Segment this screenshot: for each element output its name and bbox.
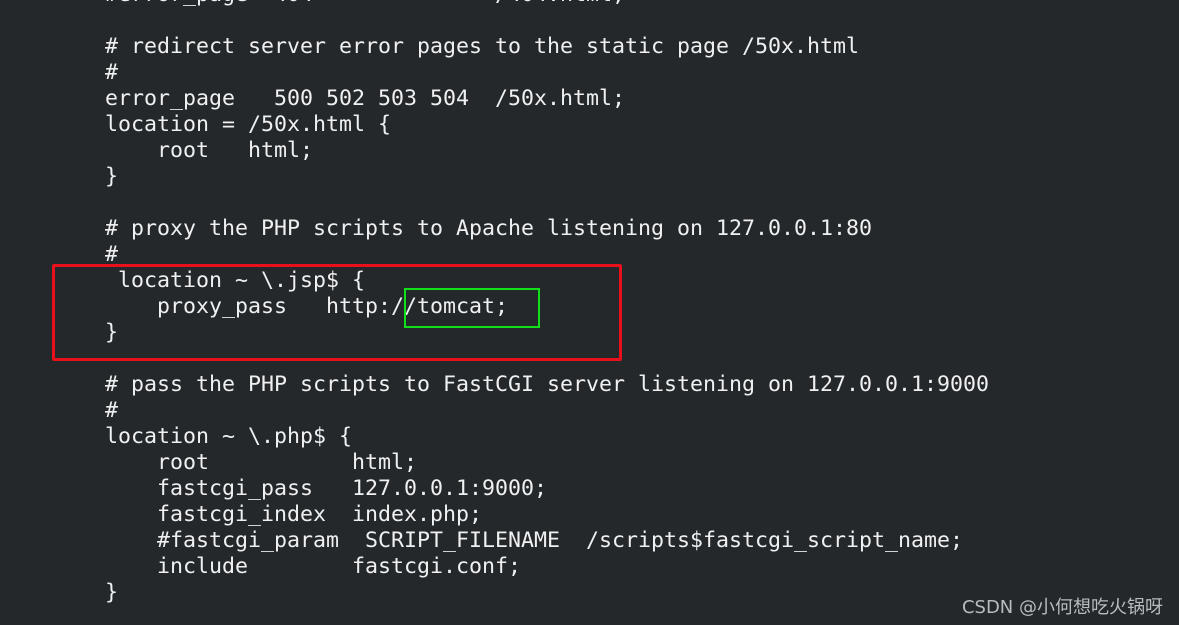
code-line: fastcgi_pass 127.0.0.1:9000; [53,476,548,501]
code-line: # proxy the PHP scripts to Apache listen… [53,216,873,241]
code-line: error_page 500 502 503 504 /50x.html; [53,86,626,111]
code-line: # [53,60,119,85]
code-line: # [53,398,119,423]
terminal-window[interactable]: #error_page 404 /404.html; # redirect se… [0,0,1179,625]
code-line: # pass the PHP scripts to FastCGI server… [53,372,990,397]
code-line: location ~ \.php$ { [53,424,353,449]
code-line: include fastcgi.conf; [53,554,522,579]
code-line: location = /50x.html { [53,112,392,137]
code-line: #fastcgi_param SCRIPT_FILENAME /scripts$… [53,528,964,553]
code-line: # redirect server error pages to the sta… [53,34,860,59]
tomcat-upstream-highlight-box [404,288,540,328]
code-line: } [53,580,119,605]
code-line: root html; [53,450,418,475]
code-line: } [53,164,119,189]
code-line: fastcgi_index index.php; [53,502,483,527]
code-line: root html; [53,138,314,163]
csdn-watermark: CSDN @小何想吃火锅呀 [961,597,1163,618]
code-line: #error_page 404 /404.html; [53,0,625,8]
